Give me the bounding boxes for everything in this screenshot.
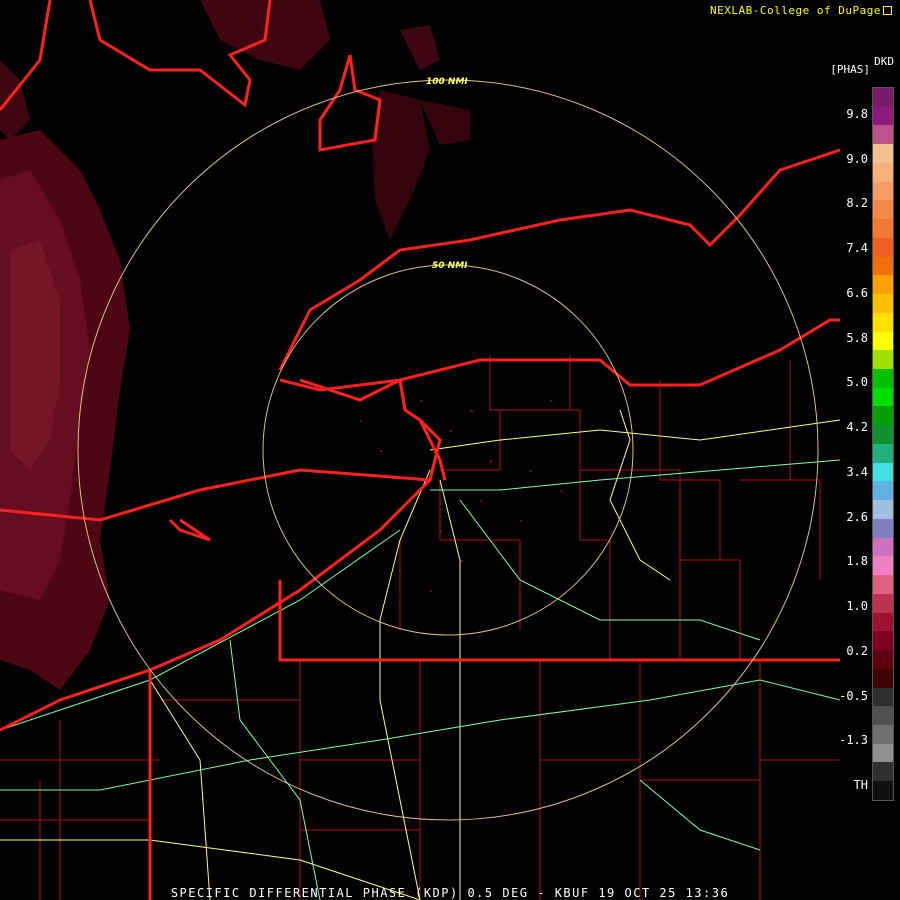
range-ring-100nmi (77, 79, 819, 821)
legend-tick-label: 1.8 (846, 554, 868, 569)
scale-segment (873, 387, 893, 407)
radar-speckle (360, 380, 562, 592)
scale-segment (873, 631, 893, 651)
legend-tick-label: 3.4 (846, 464, 868, 479)
scale-segment (873, 762, 893, 782)
scale-segment (873, 275, 893, 295)
scale-segment (873, 706, 893, 725)
range-ring-50nmi (262, 264, 634, 636)
legend-tick-label: 9.0 (846, 151, 868, 166)
legend-tick-label: 0.2 (846, 643, 868, 658)
external-link-icon[interactable] (883, 6, 892, 15)
legend-tick-label: 1.0 (846, 599, 868, 614)
product-footer: SPECIFIC DIFFERENTIAL PHASE (KDP) 0.5 DE… (170, 886, 730, 900)
scale-segment (873, 687, 893, 707)
scale-segment (873, 443, 893, 463)
legend-unit: DKD (874, 55, 894, 68)
scale-segment (873, 556, 893, 576)
scale-segment (873, 593, 893, 613)
legend-tick-label: 6.6 (846, 285, 868, 300)
scale-segment (873, 575, 893, 594)
scale-segment (873, 481, 893, 501)
legend-tick-label: 5.0 (846, 375, 868, 390)
scale-segment (873, 181, 893, 201)
scale-segment (873, 425, 893, 444)
scale-segment (873, 144, 893, 163)
scale-segment (873, 331, 893, 351)
county-borders (0, 355, 840, 900)
scale-segment (873, 312, 893, 332)
legend-tick-label: 8.2 (846, 196, 868, 211)
scale-segment (873, 724, 893, 744)
scale-segment (873, 743, 893, 763)
scale-segment (873, 237, 893, 257)
scale-segment (873, 219, 893, 238)
legend-tick-label: 7.4 (846, 241, 868, 256)
scale-segment (873, 106, 893, 126)
scale-segment (873, 500, 893, 519)
legend-title: [PHAS] (830, 63, 870, 76)
scale-segment (873, 518, 893, 538)
legend-tick-label: 5.8 (846, 330, 868, 345)
legend-tick-label: -0.5 (839, 688, 868, 703)
scale-segment (873, 781, 893, 800)
color-scale (872, 87, 894, 801)
scale-segment (873, 350, 893, 370)
legend-tick-label: 2.6 (846, 509, 868, 524)
ring-label-100: 100 NMI (426, 77, 468, 87)
scale-segment (873, 650, 893, 669)
scale-segment (873, 369, 893, 388)
legend-tick-label: -1.3 (839, 733, 868, 748)
scale-segment (873, 462, 893, 482)
scale-segment (873, 668, 893, 688)
scale-segment (873, 200, 893, 220)
legend-tick-label: TH (853, 778, 868, 792)
scale-segment (873, 125, 893, 145)
scale-segment (873, 256, 893, 276)
scale-segment (873, 162, 893, 182)
scale-segment (873, 537, 893, 557)
credit-label: NEXLAB-College of DuPage (710, 4, 892, 17)
credit-text: NEXLAB-College of DuPage (710, 4, 881, 17)
range-rings (77, 79, 819, 821)
scale-segment (873, 294, 893, 313)
legend-tick-label: 9.8 (846, 107, 868, 121)
radar-map: 100 NMI 50 NMI (0, 0, 841, 900)
scale-segment (873, 612, 893, 632)
ring-label-50: 50 NMI (432, 261, 468, 271)
scale-segment (873, 406, 893, 426)
radar-echo-west (0, 130, 130, 690)
scale-segment (873, 88, 893, 107)
legend-tick-label: 4.2 (846, 420, 868, 435)
